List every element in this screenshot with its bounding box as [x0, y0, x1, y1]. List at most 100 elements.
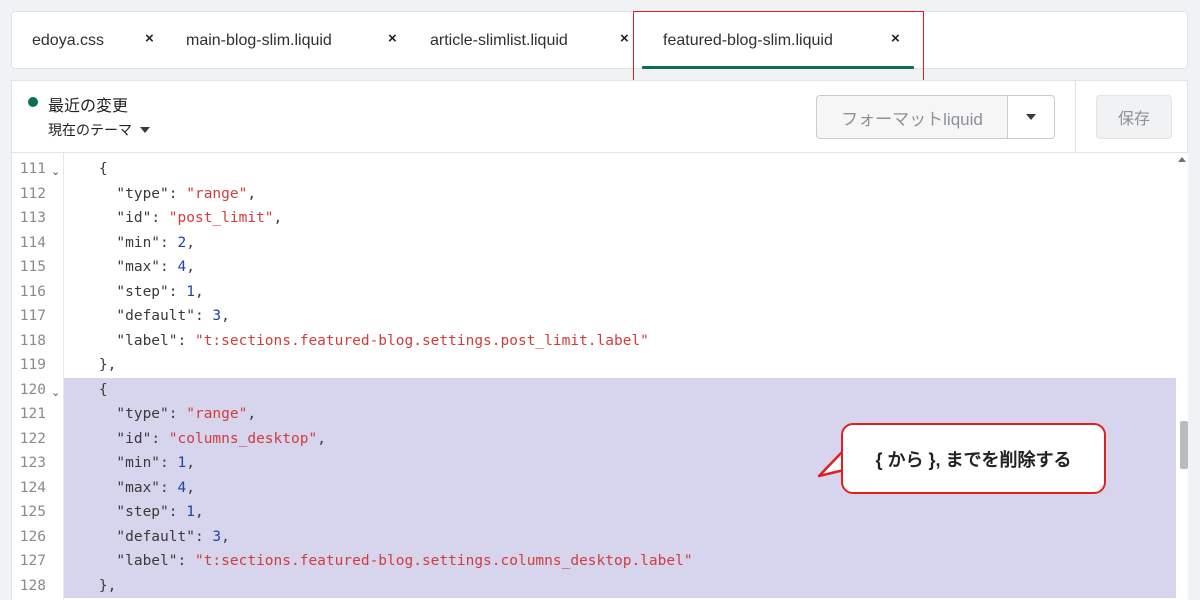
code-token: , [186, 234, 195, 251]
code-token: : [160, 455, 178, 471]
code-token: , [273, 210, 283, 226]
code-token: : [160, 259, 178, 275]
code-token: : [177, 553, 195, 569]
code-token: { [64, 161, 108, 177]
code-line[interactable]: }, [64, 573, 1176, 598]
editor-header: 最近の変更 現在のテーマ フォーマットliquid 保存 [11, 80, 1188, 153]
code-token: , [317, 430, 326, 447]
code-line[interactable]: "step": 1, [64, 280, 1176, 305]
format-liquid-button[interactable]: フォーマットliquid [816, 95, 1007, 139]
format-dropdown-button[interactable] [1007, 95, 1055, 139]
code-token: "step" [64, 283, 169, 300]
recent-changes-title: 最近の変更 [48, 98, 129, 115]
line-number: 113 [19, 210, 46, 226]
code-token: 1 [177, 455, 187, 471]
close-icon[interactable]: × [620, 30, 629, 47]
line-number: 121 [19, 406, 46, 422]
line-number: 124 [19, 479, 46, 496]
code-line[interactable]: "label": "t:sections.featured-blog.setti… [64, 549, 1176, 574]
code-token: , [186, 455, 195, 471]
save-button[interactable]: 保存 [1096, 95, 1172, 139]
code-token: "post_limit" [168, 210, 274, 226]
line-number: 118 [19, 332, 46, 349]
close-icon[interactable]: × [388, 30, 397, 47]
theme-selector[interactable]: 現在のテーマ [48, 120, 150, 140]
caret-down-icon [140, 127, 150, 133]
code-token: , [194, 504, 204, 520]
caret-down-icon [1026, 114, 1036, 120]
code-line[interactable]: "label": "t:sections.featured-blog.setti… [64, 329, 1176, 354]
code-token: "range" [186, 185, 248, 202]
tab-label: article-slimlist.liquid [430, 32, 568, 49]
code-token: , [221, 308, 230, 324]
code-token: "t:sections.featured-blog.settings.colum… [194, 553, 693, 569]
code-token: , [221, 528, 230, 545]
line-number: 112 [19, 185, 46, 202]
line-number: 128 [19, 577, 46, 594]
line-number: 123 [19, 455, 46, 471]
fold-chevron-icon[interactable]: ⌄ [51, 381, 60, 406]
code-token: 1 [186, 283, 195, 300]
tab-label: edoya.css [32, 32, 105, 49]
code-token: "columns_desktop" [168, 430, 318, 447]
tab-bar: edoya.css × main-blog-slim.liquid × arti… [11, 11, 1188, 69]
vertical-scrollbar[interactable] [1176, 153, 1188, 600]
code-token: "label" [64, 332, 178, 349]
code-editor[interactable]: 111 ⌄ 112 113 114 115 116 117 118 119 120 ⌄ 121 122 12… [11, 152, 1188, 600]
code-token: "range" [186, 406, 248, 422]
code-token: , [194, 283, 204, 300]
code-token: { [64, 381, 108, 398]
code-line[interactable]: { [64, 157, 1176, 182]
code-line[interactable]: }, [64, 353, 1176, 378]
code-token: : [168, 406, 187, 422]
scroll-up-arrow-icon[interactable] [1178, 157, 1186, 162]
code-token: 3 [212, 308, 222, 324]
code-token: : [168, 504, 187, 520]
line-number: 125 [19, 504, 46, 520]
code-token: : [194, 308, 213, 324]
line-number: 119 [19, 357, 46, 373]
line-number: 122 [19, 430, 46, 447]
close-icon[interactable]: × [145, 30, 154, 47]
fold-chevron-icon[interactable]: ⌄ [51, 160, 60, 185]
code-token: "t:sections.featured-blog.settings.post_… [194, 332, 649, 349]
code-token: }, [64, 577, 117, 594]
code-token: 3 [212, 528, 222, 545]
code-token: , [247, 406, 257, 422]
code-token: "type" [64, 185, 169, 202]
code-token: "type" [64, 406, 169, 422]
active-tab-indicator [642, 66, 914, 69]
code-line[interactable]: "id": "post_limit", [64, 206, 1176, 231]
instruction-callout: { から }, までを削除する [841, 423, 1106, 494]
line-number: 116 [19, 283, 46, 300]
code-line[interactable]: "type": "range", [64, 182, 1176, 207]
divider [1075, 81, 1076, 153]
code-area[interactable]: { "type": "range", "id": "post_limit", "… [64, 153, 1176, 600]
code-token: "max" [64, 259, 161, 275]
scrollbar-thumb[interactable] [1180, 421, 1188, 469]
code-line[interactable]: "min": 2, [64, 231, 1176, 256]
code-token: "id" [64, 210, 152, 226]
code-line[interactable]: "default": 3, [64, 304, 1176, 329]
code-token: : [151, 210, 169, 226]
code-token: : [194, 528, 213, 545]
code-line[interactable]: "default": 3, [64, 524, 1176, 549]
code-token: , [247, 185, 257, 202]
code-line[interactable]: { [64, 377, 1176, 402]
line-number-gutter: 111 ⌄ 112 113 114 115 116 117 118 119 120 ⌄ 121 122 12… [12, 153, 64, 600]
line-number: 115 [19, 259, 46, 275]
status-dot-icon [28, 97, 38, 107]
code-token: "min" [64, 234, 161, 251]
line-number: 117 [19, 308, 46, 324]
code-token: 2 [177, 234, 187, 251]
code-line[interactable]: "max": 4, [64, 255, 1176, 280]
code-token: "default" [64, 528, 195, 545]
code-token: 4 [177, 479, 187, 496]
close-icon[interactable]: × [891, 30, 900, 47]
code-token: : [168, 283, 187, 300]
code-token: , [186, 259, 195, 275]
code-token: "max" [64, 479, 161, 496]
code-line[interactable]: "step": 1, [64, 500, 1176, 525]
tab-label: featured-blog-slim.liquid [663, 32, 833, 49]
code-token: 1 [186, 504, 195, 520]
